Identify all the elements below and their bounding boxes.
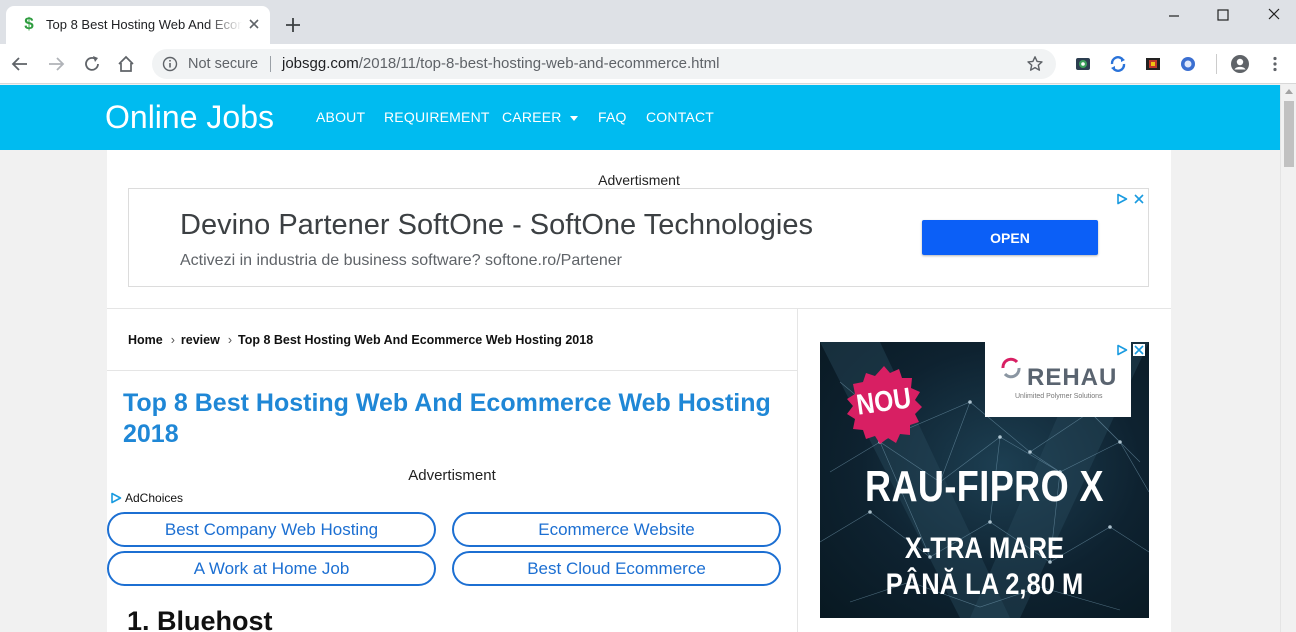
- nav-requirement[interactable]: REQUIREMENT: [384, 109, 490, 125]
- breadcrumb-current: Top 8 Best Hosting Web And Ecommerce Web…: [238, 333, 594, 347]
- banner-line-2: PÂNĂ LA 2,80 M: [885, 568, 1084, 601]
- ad-link-best-cloud-ecommerce[interactable]: Best Cloud Ecommerce: [452, 551, 781, 586]
- divider: [107, 308, 1171, 309]
- toolbar-separator: [1216, 54, 1217, 74]
- page-scrollbar[interactable]: [1280, 85, 1296, 632]
- browser-toolbar: Not secure jobsgg.com/2018/11/top-8-best…: [0, 44, 1296, 84]
- nav-about[interactable]: ABOUT: [316, 109, 365, 125]
- section-heading: 1. Bluehost: [127, 606, 273, 632]
- new-tab-plus-icon[interactable]: [282, 14, 304, 36]
- close-window-icon[interactable]: [1263, 6, 1285, 26]
- top-ad-subline[interactable]: Activezi in industria de business softwa…: [180, 252, 622, 270]
- camera-extension-icon[interactable]: [1074, 55, 1092, 73]
- film-extension-icon[interactable]: [1144, 55, 1162, 73]
- back-arrow-icon[interactable]: [10, 54, 30, 74]
- forward-arrow-icon[interactable]: [46, 54, 66, 74]
- side-banner-ad[interactable]: NOU REHAU Unlimited Polymer Solutions RA…: [820, 342, 1149, 618]
- chevron-right-icon: ›: [170, 333, 175, 347]
- nav-faq[interactable]: FAQ: [598, 109, 627, 125]
- rehau-logo-box: REHAU Unlimited Polymer Solutions: [985, 342, 1131, 417]
- info-icon[interactable]: [162, 56, 178, 72]
- browser-tab-active[interactable]: $ Top 8 Best Hosting Web And Ecommerce W…: [6, 6, 270, 44]
- adchoices-play-icon[interactable]: [1116, 344, 1128, 356]
- browser-menu-icon[interactable]: [1266, 55, 1284, 73]
- banner-line-1: X-TRA MARE: [904, 532, 1065, 565]
- ad-link-work-at-home-job[interactable]: A Work at Home Job: [107, 551, 436, 586]
- dollar-favicon-icon: $: [24, 14, 34, 33]
- divider: [107, 370, 797, 371]
- bookmark-star-icon[interactable]: [1026, 55, 1044, 73]
- chevron-right-icon: ›: [227, 333, 232, 347]
- reload-icon[interactable]: [82, 54, 102, 74]
- site-logo[interactable]: Online Jobs: [105, 99, 274, 136]
- adchoices-play-icon: [111, 492, 122, 504]
- close-tab-icon[interactable]: [246, 16, 262, 32]
- scrollbar-thumb[interactable]: [1284, 101, 1294, 167]
- address-separator: [270, 56, 271, 72]
- scroll-up-arrow-icon[interactable]: [1285, 89, 1293, 94]
- maximize-window-icon[interactable]: [1212, 6, 1234, 26]
- url-path: /2018/11/top-8-best-hosting-web-and-ecom…: [358, 55, 720, 72]
- ad-link-best-company-web-hosting[interactable]: Best Company Web Hosting: [107, 512, 436, 547]
- address-bar[interactable]: Not secure jobsgg.com/2018/11/top-8-best…: [152, 49, 1056, 79]
- banner-product-name: RAU-FIPRO X: [864, 462, 1105, 511]
- rehau-tagline: Unlimited Polymer Solutions: [1015, 393, 1103, 400]
- post-title: Top 8 Best Hosting Web And Ecommerce Web…: [123, 389, 771, 448]
- ad-link-ecommerce-website[interactable]: Ecommerce Website: [452, 512, 781, 547]
- nav-career-label: CAREER: [502, 109, 562, 125]
- link-ad-caption: Advertisment: [408, 467, 496, 484]
- ad-close-icon[interactable]: [1133, 193, 1145, 205]
- rehau-logo-icon: [1001, 357, 1021, 379]
- account-avatar-icon[interactable]: [1230, 54, 1250, 74]
- home-icon[interactable]: [116, 54, 136, 74]
- ad-close-icon[interactable]: [1133, 344, 1145, 356]
- adchoices-text: AdChoices: [125, 491, 184, 505]
- breadcrumb-review[interactable]: review: [181, 333, 220, 347]
- nav-contact[interactable]: CONTACT: [646, 109, 714, 125]
- top-ad-banner[interactable]: Devino Partener SoftOne - SoftOne Techno…: [128, 188, 1149, 287]
- ad-open-button[interactable]: OPEN: [922, 220, 1098, 255]
- rehau-brand: REHAU: [1027, 364, 1118, 391]
- adchoices-play-icon[interactable]: [1116, 193, 1128, 205]
- breadcrumb: Home › review › Top 8 Best Hosting Web And E…: [128, 333, 593, 347]
- nav-career[interactable]: CAREER: [502, 109, 578, 125]
- tab-title: Top 8 Best Hosting Web And Ecommerce Web…: [46, 17, 242, 32]
- top-ad-headline[interactable]: Devino Partener SoftOne - SoftOne Techno…: [180, 209, 813, 242]
- security-status[interactable]: Not secure: [188, 56, 258, 72]
- url-text[interactable]: jobsgg.com/2018/11/top-8-best-hosting-we…: [282, 55, 719, 72]
- minimize-window-icon[interactable]: [1163, 6, 1185, 26]
- main-content: Advertisment Devino Partener SoftOne - S…: [107, 150, 1171, 632]
- chevron-down-icon: [569, 115, 578, 121]
- adchoices-label[interactable]: AdChoices: [110, 491, 183, 505]
- sync-extension-icon[interactable]: [1109, 55, 1127, 73]
- browser-tab-strip: $ Top 8 Best Hosting Web And Ecommerce W…: [0, 0, 1296, 44]
- globe-extension-icon[interactable]: [1179, 55, 1197, 73]
- top-ad-caption: Advertisment: [598, 172, 680, 188]
- page-viewport: Online Jobs ABOUT REQUIREMENT CAREER FAQ…: [0, 85, 1280, 632]
- site-header: Online Jobs ABOUT REQUIREMENT CAREER FAQ…: [0, 85, 1280, 150]
- breadcrumb-home[interactable]: Home: [128, 333, 163, 347]
- column-divider: [797, 309, 798, 632]
- url-domain: jobsgg.com: [282, 55, 359, 72]
